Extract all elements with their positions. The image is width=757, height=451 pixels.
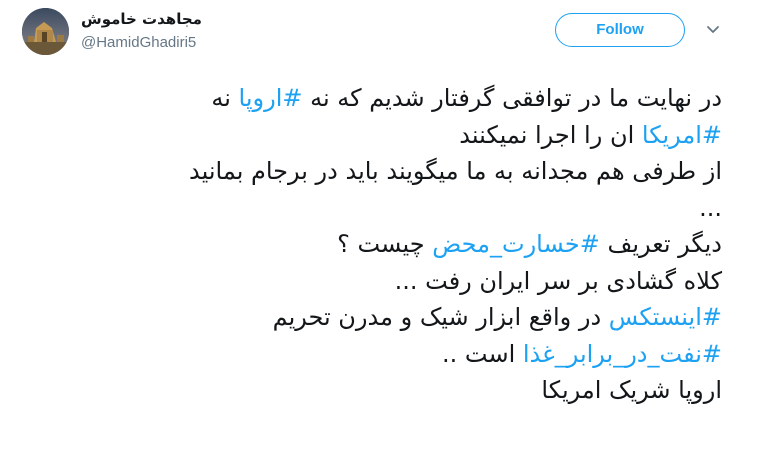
hashtag-link[interactable]: #خسارت_محض [432, 230, 600, 258]
tweet-card: مجاهدت خاموش @HamidGhadiri5 Follow در نه… [0, 0, 757, 451]
tweet-line: ... [32, 190, 722, 227]
display-name[interactable]: مجاهدت خاموش [81, 9, 202, 29]
avatar[interactable] [22, 8, 69, 55]
text-segment: اروپا شریک امریکا [541, 376, 722, 404]
text-segment: در واقع ابزار شیک و مدرن تحریم [272, 303, 609, 331]
hashtag-link[interactable]: #امریکا [642, 121, 722, 149]
text-segment: از طرفی هم مجدانه به ما میگویند باید در … [188, 157, 722, 185]
text-segment: ان را اجرا نمیکنند [459, 120, 642, 149]
text-segment: نه [211, 84, 239, 112]
text-segment: چیست ؟ [337, 230, 433, 258]
text-segment: ... [699, 193, 722, 222]
avatar-image [22, 8, 69, 55]
tweet-line: #امریکا ان را اجرا نمیکنند [32, 117, 722, 154]
text-segment: دیگر تعریف [599, 230, 722, 258]
tweet-line: #اینستکس در واقع ابزار شیک و مدرن تحریم [32, 299, 722, 336]
tweet-line: اروپا شریک امریکا [32, 372, 722, 409]
chevron-down-icon[interactable] [705, 24, 721, 36]
hashtag-link[interactable]: #اروپا [239, 84, 303, 112]
tweet-line: از طرفی هم مجدانه به ما میگویند باید در … [32, 153, 722, 190]
tweet-line: در نهایت ما در توافقی گرفتار شدیم که نه … [32, 80, 722, 117]
follow-button[interactable]: Follow [555, 13, 685, 47]
tweet-line: #نفت_در_برابر_غذا است .. [32, 336, 722, 373]
tweet-header: مجاهدت خاموش @HamidGhadiri5 Follow [0, 0, 757, 70]
text-segment: کلاه گشادی بر سر ایران رفت ... [394, 266, 722, 295]
text-segment: در نهایت ما در توافقی گرفتار شدیم که نه [302, 84, 722, 112]
hashtag-link[interactable]: #اینستکس [609, 303, 722, 331]
tweet-text: در نهایت ما در توافقی گرفتار شدیم که نه … [32, 80, 722, 409]
tweet-line: دیگر تعریف #خسارت_محض چیست ؟ [32, 226, 722, 263]
user-names: مجاهدت خاموش @HamidGhadiri5 [81, 9, 202, 53]
tweet-line: کلاه گشادی بر سر ایران رفت ... [32, 263, 722, 300]
user-handle[interactable]: @HamidGhadiri5 [81, 33, 202, 53]
text-segment: است .. [442, 339, 523, 368]
hashtag-link[interactable]: #نفت_در_برابر_غذا [523, 340, 722, 368]
